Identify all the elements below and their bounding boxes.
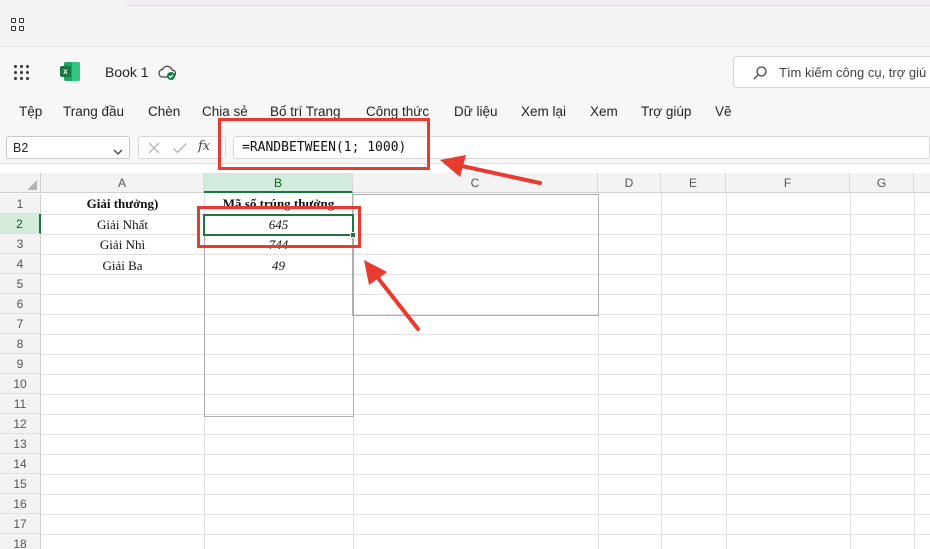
- cell-a2[interactable]: Giải Nhất: [41, 215, 204, 235]
- tab-review[interactable]: Xem lại: [521, 104, 566, 119]
- browser-tab-edge: [124, 0, 930, 6]
- row-header-16[interactable]: 16: [0, 494, 41, 514]
- column-header-f[interactable]: F: [726, 173, 850, 193]
- cloud-saved-icon[interactable]: [157, 63, 177, 81]
- row-header-2[interactable]: 2: [0, 214, 41, 234]
- tab-file[interactable]: Tệp: [19, 104, 42, 119]
- search-icon: [752, 65, 768, 81]
- cancel-icon[interactable]: [147, 141, 161, 155]
- row-header-8[interactable]: 8: [0, 334, 41, 354]
- row-header-17[interactable]: 17: [0, 514, 41, 534]
- row-header-13[interactable]: 13: [0, 434, 41, 454]
- column-header-c[interactable]: C: [353, 173, 598, 193]
- row-header-10[interactable]: 10: [0, 374, 41, 394]
- worksheet-grid[interactable]: A B C D E F G 1 2 3 4 5 6 7 8 9 10 11 12…: [0, 173, 930, 549]
- tab-help[interactable]: Trợ giúp: [641, 104, 691, 119]
- name-box-value: B2: [13, 141, 29, 155]
- column-c-border: [352, 194, 599, 316]
- cell-a3[interactable]: Giải Nhì: [41, 235, 204, 255]
- app-header: x Book 1 Tìm kiếm công cụ, trợ giú: [0, 46, 930, 96]
- tab-view[interactable]: Xem: [590, 104, 618, 119]
- confirm-check-icon[interactable]: [172, 141, 188, 155]
- ribbon-tabs: Tệp Trang đầu Chèn Chia sẻ Bố trí Trang …: [0, 96, 930, 130]
- column-header-e[interactable]: E: [661, 173, 726, 193]
- select-all-corner[interactable]: [0, 173, 41, 193]
- excel-logo-icon[interactable]: x: [60, 62, 80, 81]
- tab-home[interactable]: Trang đầu: [63, 104, 124, 119]
- cell-a1[interactable]: Giải thưởng): [41, 194, 204, 214]
- formula-bar: B2 fx =RANDBETWEEN(1; 1000): [0, 130, 930, 164]
- row-header-1[interactable]: 1: [0, 194, 41, 214]
- insert-function-button[interactable]: fx: [198, 139, 210, 154]
- cell-highlight-box: [197, 206, 361, 248]
- search-placeholder: Tìm kiếm công cụ, trợ giú: [779, 65, 927, 80]
- row-header-14[interactable]: 14: [0, 454, 41, 474]
- formula-highlight-box: [218, 118, 430, 170]
- tab-formulas[interactable]: Công thức: [366, 104, 429, 119]
- cell-a4[interactable]: Giải Ba: [41, 256, 204, 276]
- name-box[interactable]: B2: [6, 136, 130, 159]
- tab-insert[interactable]: Chèn: [148, 104, 180, 119]
- row-header-6[interactable]: 6: [0, 294, 41, 314]
- row-header-15[interactable]: 15: [0, 474, 41, 494]
- column-header-a[interactable]: A: [41, 173, 204, 193]
- apps-grid-icon[interactable]: [11, 18, 25, 32]
- formula-actions: fx: [138, 136, 226, 159]
- row-header-3[interactable]: 3: [0, 234, 41, 254]
- row-header-5[interactable]: 5: [0, 274, 41, 294]
- row-header-18[interactable]: 18: [0, 534, 41, 549]
- tab-share[interactable]: Chia sẻ: [202, 104, 248, 119]
- chevron-down-icon[interactable]: [113, 143, 123, 155]
- tab-draw[interactable]: Vẽ: [715, 104, 732, 119]
- column-header-b[interactable]: B: [204, 173, 353, 193]
- row-header-4[interactable]: 4: [0, 254, 41, 274]
- search-input[interactable]: Tìm kiếm công cụ, trợ giú: [733, 56, 930, 88]
- browser-top-strip: [0, 0, 930, 46]
- tab-data[interactable]: Dữ liệu: [454, 104, 498, 119]
- column-header-g[interactable]: G: [850, 173, 914, 193]
- row-header-11[interactable]: 11: [0, 394, 41, 414]
- row-header-12[interactable]: 12: [0, 414, 41, 434]
- tab-page-layout[interactable]: Bố trí Trang: [270, 104, 341, 119]
- cell-b4[interactable]: 49: [204, 256, 353, 276]
- waffle-launcher-icon[interactable]: [14, 65, 30, 81]
- excel-web-window: x Book 1 Tìm kiếm công cụ, trợ giú Tệp T…: [0, 0, 930, 549]
- row-header-7[interactable]: 7: [0, 314, 41, 334]
- workbook-title[interactable]: Book 1: [105, 64, 149, 80]
- column-header-d[interactable]: D: [598, 173, 661, 193]
- row-header-9[interactable]: 9: [0, 354, 41, 374]
